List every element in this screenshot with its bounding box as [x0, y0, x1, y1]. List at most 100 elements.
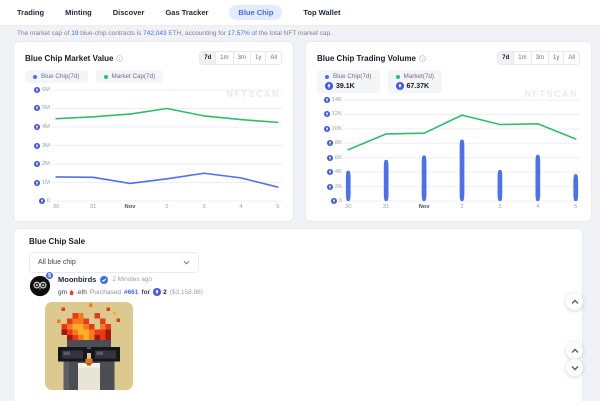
y-tick-label: 12K [324, 111, 342, 117]
x-tick-label: Nov [419, 204, 430, 210]
eth-icon [324, 111, 330, 117]
chevron-down-icon [183, 260, 190, 265]
nav-item-top-wallet[interactable]: Top Wallet [303, 8, 340, 17]
range-button-1y[interactable]: 1y [250, 52, 265, 64]
y-tick-label: 2M [34, 161, 50, 167]
sale-timestamp: 2 Minutes ago [112, 276, 152, 283]
legend-pill[interactable]: Market(7d)67.37K [388, 70, 442, 93]
y-tick-label: 1M [34, 180, 50, 186]
sale-title: Blue Chip Sale [29, 237, 85, 246]
x-tick-label: 4 [239, 204, 242, 210]
chevron-up-icon [571, 299, 579, 305]
market-value-plot[interactable] [52, 90, 282, 201]
nft-image[interactable] [45, 302, 133, 390]
collection-filter-dropdown[interactable]: All blue chip [29, 252, 199, 273]
trading-volume-plot[interactable] [344, 100, 580, 201]
x-axis-labels: 3031Nov2345 [52, 204, 282, 214]
eth-icon [324, 126, 330, 132]
y-tick-label: 4M [34, 124, 50, 130]
nav-item-minting[interactable]: Minting [65, 8, 92, 17]
dropdown-value: All blue chip [38, 259, 76, 266]
token-id-link[interactable]: #661 [124, 289, 138, 296]
eth-icon [331, 198, 337, 204]
legend-dot-icon [104, 75, 108, 79]
buyer-ens-name[interactable]: gm.eth [58, 289, 87, 296]
legend-pill[interactable]: Blue Chip(7d)39.1K [317, 70, 380, 93]
trading-volume-card: Blue Chip Trading Volume 7d1m3m1yAll Blu… [305, 41, 592, 222]
eth-icon [327, 155, 333, 161]
range-button-7d[interactable]: 7d [498, 52, 513, 64]
eth-icon [327, 184, 333, 190]
y-tick-label: 6K [327, 155, 342, 161]
info-icon[interactable] [116, 55, 123, 62]
chart-legend: Blue Chip(7d) Market Cap(7d) [25, 70, 282, 83]
blue-chip-sale-card: Blue Chip Sale All blue chip $ Moonbirds… [13, 228, 583, 401]
eth-icon [327, 169, 333, 175]
eth-icon [34, 161, 40, 167]
eth-icon [324, 97, 330, 103]
y-tick-label: 2K [327, 184, 342, 190]
chevron-up-icon [571, 348, 579, 354]
range-button-all[interactable]: All [265, 52, 281, 64]
verified-badge-icon [100, 276, 108, 284]
y-tick-label: 6M [34, 87, 50, 93]
time-range-selector: 7d1m3m1yAll [199, 51, 282, 65]
legend-pill[interactable]: Blue Chip(7d) [25, 70, 88, 83]
legend-pill[interactable]: Market Cap(7d) [96, 70, 164, 83]
collection-name[interactable]: Moonbirds [58, 275, 96, 284]
y-tick-label: 4K [327, 169, 342, 175]
market-value-card: Blue Chip Market Value 7d1m3m1yAll Blue … [13, 41, 294, 222]
range-button-3m[interactable]: 3m [531, 52, 548, 64]
chart-title: Blue Chip Market Value [25, 54, 113, 63]
legend-dot-icon [33, 75, 37, 79]
range-button-3m[interactable]: 3m [233, 52, 250, 64]
eth-icon [34, 143, 40, 149]
sale-badge-icon: $ [45, 271, 54, 280]
top-nav-items: Trading Minting Discover Gas Tracker Blue Ch… [17, 5, 341, 20]
range-button-1m[interactable]: 1m [513, 52, 530, 64]
nav-item-gas-tracker[interactable]: Gas Tracker [165, 8, 208, 17]
summary-text: The market cap of [17, 30, 71, 37]
y-tick-label: 8K [327, 140, 342, 146]
chevron-down-icon [571, 365, 579, 371]
y-axis-labels: 14K12K10K8K6K4K2K0 [317, 100, 344, 201]
legend-dot-icon [325, 75, 329, 79]
y-tick-label: 5M [34, 105, 50, 111]
x-tick-label: Nov [125, 204, 136, 210]
moonbird-661-art [45, 302, 133, 390]
x-tick-label: 5 [574, 204, 577, 210]
eth-icon [34, 87, 40, 93]
x-tick-label: 2 [460, 204, 463, 210]
y-tick-label: 0 [39, 198, 50, 204]
top-nav: Trading Minting Discover Gas Tracker Blue Ch… [0, 0, 600, 26]
sale-feed-item: $ Moonbirds 2 Minutes ago gm.eth Purchas… [29, 275, 203, 297]
eth-icon [34, 180, 40, 186]
info-icon[interactable] [419, 55, 426, 62]
eth-icon [39, 198, 45, 204]
eth-icon [325, 82, 333, 90]
range-button-1m[interactable]: 1m [215, 52, 232, 64]
scroll-up-button[interactable] [566, 342, 583, 359]
range-button-1y[interactable]: 1y [548, 52, 563, 64]
hand-emoji-icon [68, 289, 75, 296]
eth-icon [396, 82, 404, 90]
scroll-top-button[interactable] [566, 293, 583, 310]
avatar[interactable]: $ [29, 275, 51, 297]
nav-item-blue-chip[interactable]: Blue Chip [229, 5, 282, 20]
range-button-all[interactable]: All [563, 52, 579, 64]
y-tick-label: 14K [324, 97, 342, 103]
x-tick-label: 31 [383, 204, 389, 210]
legend-dot-icon [396, 75, 400, 79]
x-tick-label: 5 [276, 204, 279, 210]
y-tick-label: 0 [331, 198, 342, 204]
scroll-down-button[interactable] [566, 359, 583, 376]
eth-icon [34, 124, 40, 130]
nav-item-discover[interactable]: Discover [113, 8, 145, 17]
x-tick-label: 31 [90, 204, 96, 210]
range-button-7d[interactable]: 7d [200, 52, 215, 64]
nav-item-trading[interactable]: Trading [17, 8, 44, 17]
sale-price-eth: 2 [153, 288, 167, 296]
y-tick-label: 3M [34, 143, 50, 149]
chart-legend: Blue Chip(7d)39.1K Market(7d)67.37K [317, 70, 580, 93]
x-tick-label: 30 [53, 204, 59, 210]
